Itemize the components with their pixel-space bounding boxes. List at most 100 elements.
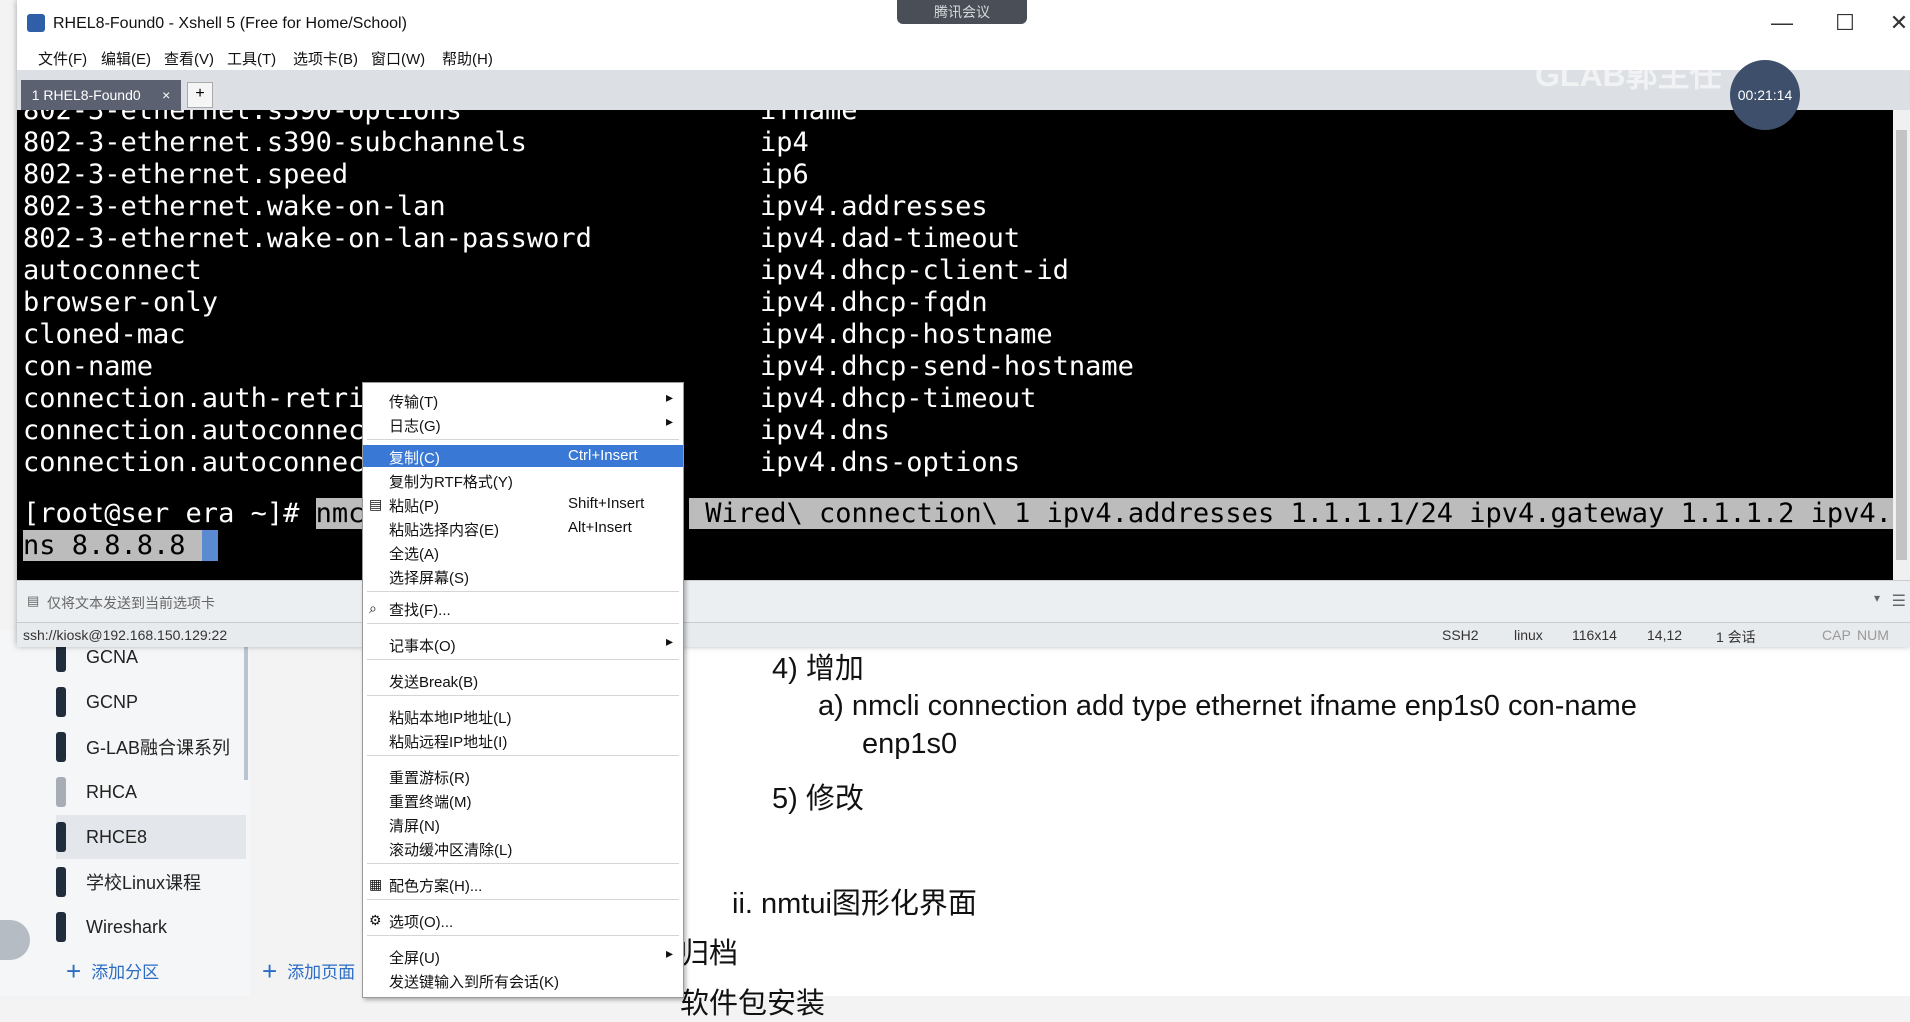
completion-left: cloned-mac xyxy=(23,319,186,350)
menu-item-select-screen[interactable]: 选择屏幕(S) xyxy=(363,565,683,587)
completion-right: ipv4.dhcp-client-id xyxy=(760,255,1069,286)
window-title: RHEL8-Found0 - Xshell 5 (Free for Home/S… xyxy=(53,15,407,32)
command-wrap-line: ns 8.8.8.8 xyxy=(23,530,219,561)
menu-item-send-break[interactable]: 发送Break(B) xyxy=(363,669,683,691)
section-label: RHCE8 xyxy=(86,826,148,847)
menu-separator xyxy=(367,863,679,864)
menu-help[interactable]: 帮助(H) xyxy=(442,48,493,69)
meeting-indicator[interactable]: 腾讯会议 xyxy=(897,0,1027,24)
menu-separator xyxy=(367,899,679,900)
add-page-button[interactable]: + 添加页面 xyxy=(262,955,355,986)
submenu-arrow-icon: ▸ xyxy=(665,945,673,961)
menu-item-copy-rtf[interactable]: 复制为RTF格式(Y) xyxy=(363,469,683,491)
menu-item-log[interactable]: 日志(G) ▸ xyxy=(363,413,683,435)
plus-icon: + xyxy=(262,955,278,986)
completion-right: ip4 xyxy=(760,127,809,158)
menu-item-clear-screen[interactable]: 清屏(N) xyxy=(363,813,683,835)
menu-item-label: 全选(A) xyxy=(389,546,439,563)
minimize-button[interactable]: — xyxy=(1762,10,1802,36)
menu-file[interactable]: 文件(F) xyxy=(38,48,87,69)
menu-item-label: 传输(T) xyxy=(389,394,439,411)
terminal-screen[interactable]: 802-3-ethernet.s390-options 802-3-ethern… xyxy=(17,110,1893,580)
completion-left: connection.autoconnec xyxy=(23,415,365,446)
menu-separator xyxy=(367,591,679,592)
menu-item-paste[interactable]: ▤ 粘贴(P) Shift+Insert xyxy=(363,493,683,515)
menu-item-color-scheme[interactable]: ▦ 配色方案(H)... xyxy=(363,873,683,895)
menu-item-options[interactable]: ⚙ 选项(O)... xyxy=(363,909,683,931)
session-tab[interactable]: 1 RHEL8-Found0 × xyxy=(21,80,181,110)
section-glab[interactable]: G-LAB融合课系列 xyxy=(56,725,246,769)
section-school-linux[interactable]: 学校Linux课程 xyxy=(56,860,246,904)
menu-view[interactable]: 查看(V) xyxy=(164,48,214,69)
menu-item-fullscreen[interactable]: 全屏(U) ▸ xyxy=(363,945,683,967)
compose-input[interactable]: 仅将文本发送到当前选项卡 xyxy=(47,593,215,613)
gear-icon: ⚙ xyxy=(369,912,382,928)
new-tab-button[interactable]: + xyxy=(187,82,213,108)
section-label: GCNA xyxy=(86,646,139,667)
compose-bar[interactable]: ▤ 仅将文本发送到当前选项卡 ▾ ☰ xyxy=(17,580,1910,623)
menu-edit[interactable]: 编辑(E) xyxy=(101,48,151,69)
completion-left: connection.autoconnec xyxy=(23,447,365,478)
menu-item-label: 复制为RTF格式(Y) xyxy=(389,474,513,491)
menu-item-copy[interactable]: 复制(C) Ctrl+Insert xyxy=(363,445,683,467)
completion-right: ifname xyxy=(760,110,858,126)
scrollbar-thumb[interactable] xyxy=(1896,130,1907,560)
selected-command: nmc xyxy=(315,498,365,529)
command-line: [root@ser era ~]# nmc xyxy=(23,498,365,529)
menu-item-send-keys-all[interactable]: 发送键输入到所有会话(K) xyxy=(363,969,683,991)
terminal-line: 802-3-ethernet.wake-on-lan-password xyxy=(23,223,592,254)
menu-item-label: 重置终端(M) xyxy=(389,794,472,811)
section-label: RHCA xyxy=(86,781,138,802)
section-wireshark[interactable]: Wireshark xyxy=(56,905,246,949)
status-num: NUM xyxy=(1857,627,1889,643)
terminal-scrollbar[interactable] xyxy=(1893,110,1910,580)
maximize-button[interactable]: ☐ xyxy=(1825,10,1865,36)
section-color-tab xyxy=(56,867,66,897)
menu-item-label: 清屏(N) xyxy=(389,818,440,835)
completion-right: ipv4.dad-timeout xyxy=(760,223,1021,254)
menu-separator xyxy=(367,439,679,440)
menu-item-clear-scrollback[interactable]: 滚动缓冲区清除(L) xyxy=(363,837,683,859)
status-cursor: 14,12 xyxy=(1647,627,1683,643)
compose-dropdown-icon[interactable]: ▾ xyxy=(1874,591,1880,605)
section-rhce8[interactable]: RHCE8 xyxy=(56,815,246,859)
compose-menu-icon[interactable]: ☰ xyxy=(1892,591,1906,611)
compose-icon: ▤ xyxy=(27,593,40,608)
completion-right: ip6 xyxy=(760,159,809,190)
submenu-arrow-icon: ▸ xyxy=(665,633,673,649)
color-scheme-icon: ▦ xyxy=(369,876,383,892)
menu-tabs[interactable]: 选项卡(B) xyxy=(293,48,358,69)
menu-separator xyxy=(367,623,679,624)
completion-right: ipv4.dns xyxy=(760,415,891,446)
menu-item-reset-cursor[interactable]: 重置游标(R) xyxy=(363,765,683,787)
menu-item-find[interactable]: ⌕ 查找(F)... xyxy=(363,597,683,619)
paste-icon: ▤ xyxy=(369,496,383,512)
menu-item-select-all[interactable]: 全选(A) xyxy=(363,541,683,563)
terminal-line: connection.autoconnec xyxy=(23,447,364,478)
section-gcnp[interactable]: GCNP xyxy=(56,680,246,724)
add-section-button[interactable]: + 添加分区 xyxy=(66,958,159,984)
terminal-line: con-name xyxy=(23,351,153,382)
session-tab-label: 1 RHEL8-Found0 xyxy=(31,87,141,103)
menu-item-reset-terminal[interactable]: 重置终端(M) xyxy=(363,789,683,811)
menu-item-transfer[interactable]: 传输(T) ▸ xyxy=(363,389,683,411)
completion-right: ipv4.dhcp-send-hostname xyxy=(760,351,1134,382)
selected-command: Wired\ connection\ 1 ipv4.addresses 1.1.… xyxy=(689,498,1893,529)
menu-tools[interactable]: 工具(T) xyxy=(227,48,276,69)
tab-close-icon[interactable]: × xyxy=(162,87,170,103)
menu-item-notepad[interactable]: 记事本(O) ▸ xyxy=(363,633,683,655)
section-color-tab xyxy=(56,912,66,942)
shell-prompt: [root@ser era ~]# xyxy=(23,498,316,529)
menu-item-paste-remote-ip[interactable]: 粘贴远程IP地址(I) xyxy=(363,729,683,751)
menu-item-paste-local-ip[interactable]: 粘贴本地IP地址(L) xyxy=(363,705,683,727)
record-timer[interactable]: 00:21:14 xyxy=(1730,60,1800,130)
section-rhca[interactable]: RHCA xyxy=(56,770,246,814)
close-button[interactable]: ✕ xyxy=(1889,10,1909,36)
completion-left: 802-3-ethernet.s390-options xyxy=(23,110,462,126)
menu-item-label: 重置游标(R) xyxy=(389,770,470,787)
menu-item-paste-selection[interactable]: 粘贴选择内容(E) Alt+Insert xyxy=(363,517,683,539)
menu-window[interactable]: 窗口(W) xyxy=(371,48,425,69)
terminal-line: connection.autoconnec xyxy=(23,415,364,446)
menu-separator xyxy=(367,755,679,756)
terminal-line: 802-3-ethernet.s390-subchannels xyxy=(23,127,527,158)
